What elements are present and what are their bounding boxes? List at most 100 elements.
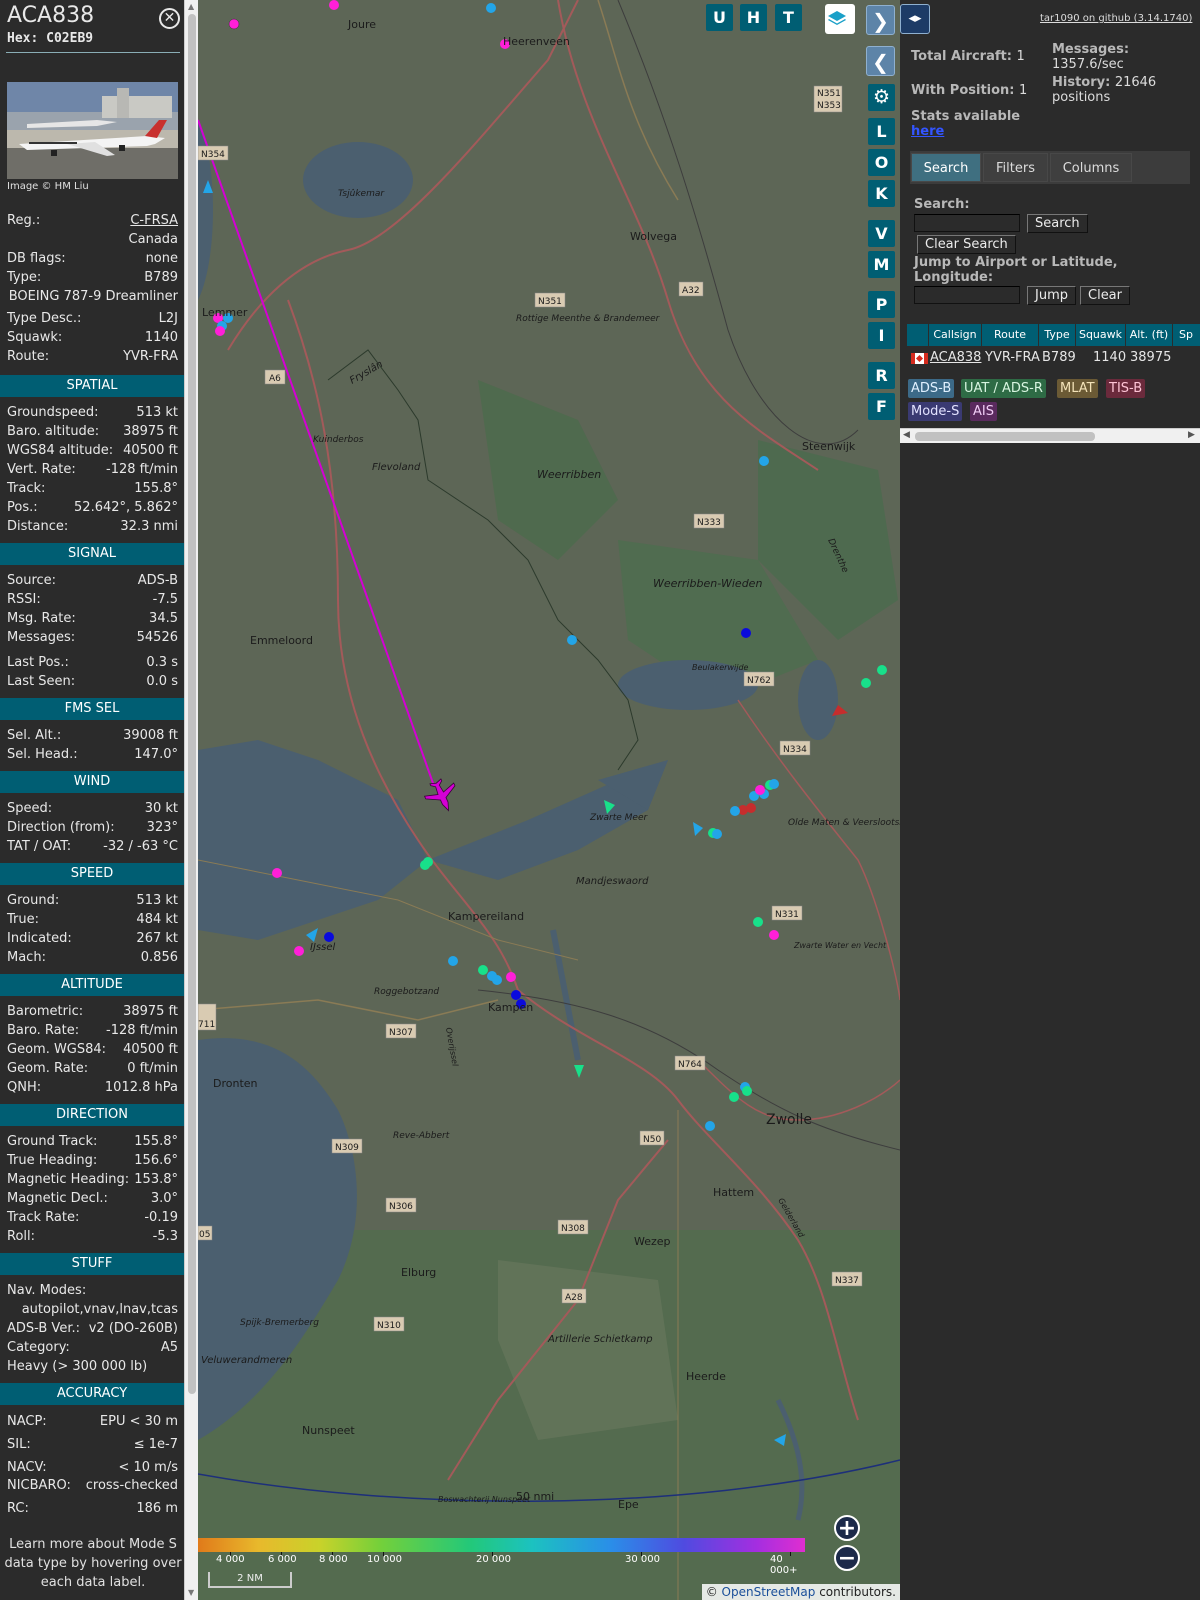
- place-label: Boswachterij Nunspeet: [438, 1495, 531, 1504]
- aircraft-photo-image: [7, 82, 178, 179]
- search-input[interactable]: [914, 214, 1020, 232]
- squawk-row: Squawk: 1140: [7, 330, 178, 345]
- svg-text:N310: N310: [377, 1321, 401, 1331]
- indicated-speed-row: Indicated: 267 kt: [7, 931, 178, 946]
- map-button-r[interactable]: R: [868, 362, 895, 389]
- road-shield: N309: [331, 1138, 363, 1154]
- map-button-u[interactable]: U: [706, 4, 733, 31]
- table-cell-callsign[interactable]: ACA838: [930, 348, 981, 368]
- layers-icon: [828, 11, 846, 25]
- reg-row: Reg.: C-FRSA: [7, 212, 178, 230]
- section-header-signal: SIGNAL: [0, 543, 184, 565]
- scroll-right-icon[interactable]: ▶: [1188, 430, 1195, 440]
- sidebar-scrollbar[interactable]: ▲ ▼: [184, 0, 198, 1600]
- map-button-m[interactable]: M: [868, 251, 895, 278]
- geom-wgs84-row: Geom. WGS84: 40500 ft: [7, 1042, 178, 1057]
- rc-row: RC: 186 m: [7, 1501, 178, 1516]
- svg-text:N354: N354: [201, 150, 225, 160]
- map-button-f[interactable]: F: [868, 393, 895, 420]
- table-header-route[interactable]: Route: [982, 324, 1039, 346]
- table-header-squawk[interactable]: Squawk: [1076, 324, 1126, 346]
- map-button-t[interactable]: T: [775, 4, 802, 31]
- github-link[interactable]: tar1090 on github (3.14.1740): [1040, 13, 1192, 24]
- place-label: Artillerie Schietkamp: [547, 1334, 653, 1345]
- altitude-scale-label: 8 000: [319, 1554, 348, 1565]
- road-shield: A6: [264, 369, 286, 385]
- openstreetmap-link[interactable]: OpenStreetMap: [722, 1585, 816, 1599]
- table-header-altitude[interactable]: Alt. (ft): [1126, 324, 1173, 346]
- total-aircraft-stat: Total Aircraft: 1: [911, 49, 1025, 64]
- registration-link[interactable]: C-FRSA: [130, 212, 178, 230]
- type-desc-row: Type Desc.: L2J: [7, 311, 178, 326]
- true-speed-row: True: 484 kt: [7, 912, 178, 927]
- mach-row: Mach: 0.856: [7, 950, 178, 965]
- place-label: Roggebotzand: [374, 987, 439, 997]
- type-row: Type: B789: [7, 270, 178, 285]
- place-label: Mandjeswaord: [576, 876, 649, 887]
- tab-columns[interactable]: Columns: [1050, 153, 1132, 182]
- tab-search[interactable]: Search: [911, 153, 981, 182]
- altitude-scale-label: 6 000: [268, 1554, 297, 1565]
- table-header-type[interactable]: Type: [1039, 324, 1076, 346]
- chevron-left-icon: ❮: [872, 50, 889, 74]
- altitude-color-scale: 4 000 6 000 8 000 10 000 20 000 30 000 4…: [198, 1538, 808, 1576]
- scroll-left-icon[interactable]: ◀: [903, 430, 910, 440]
- zoom-out-button[interactable]: −: [834, 1545, 860, 1571]
- table-header-speed[interactable]: Sp: [1173, 324, 1200, 346]
- clear-search-button[interactable]: Clear Search: [917, 235, 1016, 254]
- zoom-in-button[interactable]: +: [834, 1515, 860, 1541]
- expand-icon: ◂▸: [908, 11, 922, 26]
- map-button-o[interactable]: O: [868, 149, 895, 176]
- jump-input[interactable]: [914, 286, 1020, 304]
- canada-flag-icon: [911, 353, 928, 364]
- stats-link[interactable]: here: [911, 124, 944, 139]
- tab-filters[interactable]: Filters: [983, 153, 1048, 182]
- expand-right-button[interactable]: ❯: [866, 5, 895, 35]
- map-button-h[interactable]: H: [740, 4, 767, 31]
- table-horizontal-scrollbar[interactable]: ◀ ▶: [900, 428, 1200, 443]
- settings-button[interactable]: ⚙: [868, 84, 895, 111]
- svg-text:N351: N351: [538, 297, 562, 307]
- qnh-row: QNH: 1012.8 hPa: [7, 1080, 178, 1095]
- table-header-callsign[interactable]: Callsign: [929, 324, 982, 346]
- sel-head-row: Sel. Head.: 147.0°: [7, 747, 178, 762]
- map-view[interactable]: 50 nmi Joure Heerenveen Wolvega Lemmer T…: [198, 0, 900, 1600]
- clear-button[interactable]: Clear: [1080, 286, 1130, 305]
- place-label: Steenwijk: [802, 440, 856, 453]
- footer-note: Learn more about Mode S data type by hov…: [4, 1537, 182, 1590]
- table-header-flag: [907, 324, 929, 346]
- jump-button[interactable]: Jump: [1027, 286, 1076, 305]
- svg-text:N50: N50: [643, 1135, 661, 1145]
- svg-text:05: 05: [199, 1230, 210, 1240]
- table-cell-altitude: 38975: [1130, 350, 1172, 365]
- map-button-p[interactable]: P: [868, 291, 895, 318]
- toggle-sidebar-button[interactable]: ◂▸: [900, 4, 930, 34]
- scroll-down-icon[interactable]: ▼: [188, 1588, 194, 1597]
- road-shield: N308: [557, 1219, 589, 1235]
- place-label: Zwolle: [766, 1112, 812, 1128]
- road-shield: A32: [678, 281, 704, 297]
- section-header-spatial: SPATIAL: [0, 375, 184, 397]
- map-button-l[interactable]: L: [868, 118, 895, 145]
- close-icon[interactable]: ✕: [159, 8, 180, 29]
- search-button[interactable]: Search: [1027, 214, 1088, 233]
- route-row: Route: YVR-FRA: [7, 349, 178, 364]
- messages-row: Messages: 54526: [7, 630, 178, 645]
- svg-text:N353: N353: [817, 101, 841, 111]
- last-seen-row: Last Seen: 0.0 s: [7, 674, 178, 689]
- aircraft-photo[interactable]: [7, 82, 178, 179]
- map-button-k[interactable]: K: [868, 180, 895, 207]
- road-shield: N306: [385, 1197, 417, 1213]
- layers-button[interactable]: [825, 4, 855, 34]
- country-row: Canada: [128, 232, 178, 247]
- scroll-up-icon[interactable]: ▲: [188, 2, 194, 11]
- map-button-v[interactable]: V: [868, 220, 895, 247]
- sidebar-scrollbar-thumb[interactable]: [188, 14, 196, 1394]
- source-chip-mlat: MLAT: [1057, 379, 1098, 398]
- collapse-left-button[interactable]: ❮: [866, 46, 895, 76]
- road-shield: N354: [198, 145, 229, 161]
- map-button-i[interactable]: I: [868, 322, 895, 349]
- table-scrollbar-thumb[interactable]: [915, 432, 1095, 441]
- msg-rate-row: Msg. Rate: 34.5: [7, 611, 178, 626]
- svg-text:A6: A6: [269, 374, 281, 384]
